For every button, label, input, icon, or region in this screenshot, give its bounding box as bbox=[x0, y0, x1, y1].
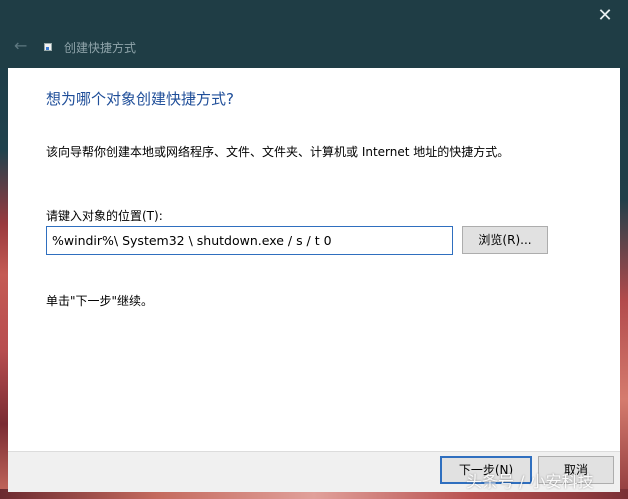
wallpaper-right-edge bbox=[620, 0, 628, 499]
close-icon: ✕ bbox=[597, 5, 613, 26]
close-button[interactable]: ✕ bbox=[594, 6, 616, 26]
browse-button[interactable]: 浏览(R)... bbox=[462, 226, 548, 254]
continue-hint: 单击"下一步"继续。 bbox=[46, 294, 154, 308]
location-label: 请键入对象的位置(T): bbox=[46, 209, 163, 223]
location-input[interactable] bbox=[46, 226, 453, 255]
wizard-content: 想为哪个对象创建快捷方式? 该向导帮你创建本地或网络程序、文件、文件夹、计算机或… bbox=[8, 68, 620, 459]
page-heading: 想为哪个对象创建快捷方式? bbox=[46, 90, 234, 108]
watermark-text: 头条号 / 小安科技 bbox=[466, 472, 594, 491]
window-title: 创建快捷方式 bbox=[64, 41, 137, 55]
shortcut-icon bbox=[44, 43, 52, 51]
wizard-description: 该向导帮你创建本地或网络程序、文件、文件夹、计算机或 Internet 地址的快… bbox=[46, 145, 510, 159]
wallpaper-left-edge bbox=[0, 0, 8, 499]
back-arrow-icon[interactable]: ← bbox=[14, 38, 27, 54]
title-bar: ✕ ← 创建快捷方式 bbox=[0, 0, 628, 68]
